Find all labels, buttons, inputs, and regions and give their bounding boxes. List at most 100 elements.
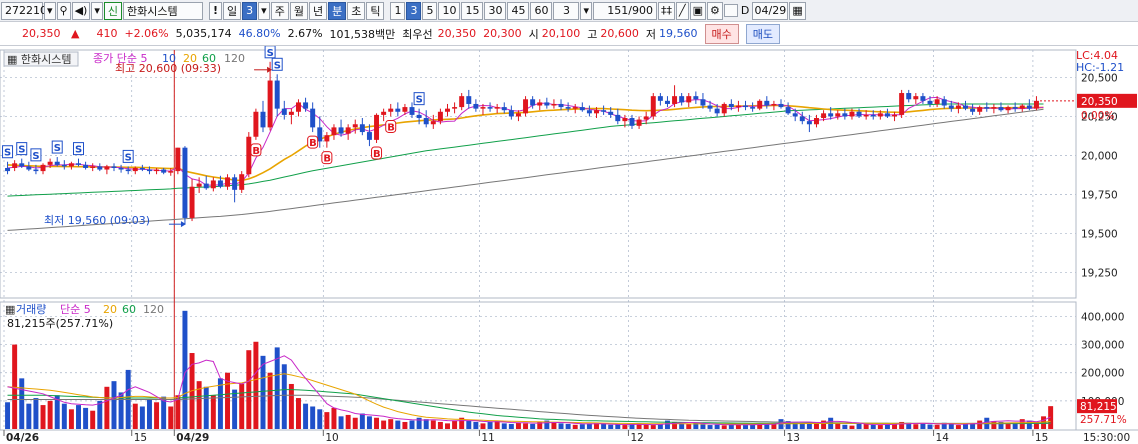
stock-chart[interactable]: S SSS SSSSSBBB BB 19,25019,50019,75020,0002… (0, 46, 1138, 444)
candle-body (544, 102, 550, 106)
low-price: 19,560 (659, 27, 698, 40)
candle-body (182, 147, 188, 218)
alert-button[interactable]: ! (209, 1, 223, 20)
interval-45[interactable]: 45 (507, 1, 530, 20)
interval-15[interactable]: 15 (461, 1, 484, 20)
interval-60[interactable]: 60 (530, 1, 553, 20)
volume-bar (501, 423, 507, 429)
low-annotation: 최저 19,560 (09:03) (44, 214, 150, 227)
date-input[interactable]: 04/29 (752, 1, 789, 20)
candle-body (366, 132, 372, 140)
candle-body (459, 96, 465, 108)
volume-bar (686, 423, 692, 429)
candle-body (892, 114, 898, 117)
candle-body (636, 119, 642, 126)
volume-bar (295, 398, 301, 429)
x-tick-label: 15:30:00 (1083, 432, 1130, 444)
x-tick-label: 04/26 (6, 432, 39, 444)
volume-bar (267, 372, 273, 429)
custom-interval-input[interactable]: 3 (553, 1, 580, 20)
ref-pct-label: 0.00% (1081, 110, 1114, 122)
search-icon[interactable]: ⚲ (56, 1, 71, 20)
tab-week[interactable]: 주 (270, 1, 289, 20)
tab-second[interactable]: 초 (347, 1, 366, 20)
tab-month[interactable]: 월 (289, 1, 308, 20)
volume-bar (870, 424, 876, 429)
candle-body (19, 163, 25, 167)
volume-bar (246, 350, 252, 429)
stock-code-input[interactable]: 272210 (1, 1, 47, 20)
dropdown-icon[interactable]: ▾ (580, 1, 592, 20)
day-count-select[interactable]: 3 (242, 1, 258, 20)
candle-body (423, 118, 429, 125)
sound-icon[interactable]: ◀) (71, 1, 91, 20)
candle-body (572, 107, 578, 109)
buy-signal-label: B (373, 149, 381, 160)
dropdown-icon[interactable]: ▾ (44, 1, 56, 20)
x-tick-label: 15 (134, 432, 147, 444)
buy-button[interactable]: 매수 (704, 23, 739, 44)
draw-line-icon[interactable]: ╱ (675, 1, 689, 20)
candle-body (324, 135, 330, 142)
volume-bar (47, 400, 53, 429)
volume-bar (154, 402, 160, 429)
interval-10[interactable]: 10 (438, 1, 461, 20)
interval-1[interactable]: 1 (390, 1, 406, 20)
candle-body (260, 111, 266, 128)
interval-5[interactable]: 5 (422, 1, 438, 20)
interval-30[interactable]: 30 (484, 1, 507, 20)
x-tick-label: 10 (325, 432, 338, 444)
high-price: 20,600 (600, 27, 639, 40)
sell-button[interactable]: 매도 (745, 23, 781, 44)
volume-bar (210, 395, 216, 429)
calendar-icon[interactable]: ▦ (789, 1, 806, 20)
x-tick-label: 14 (936, 432, 950, 444)
buy-signal-label: B (323, 154, 331, 165)
date-checkbox[interactable] (723, 4, 738, 17)
candle-body (970, 108, 976, 112)
volume-bar (303, 403, 309, 429)
candle-body (345, 127, 351, 134)
last-volume-label: 81,215 (1080, 401, 1117, 413)
volume-bar (239, 383, 245, 429)
volume-bar (523, 423, 529, 429)
dropdown-icon[interactable]: ▾ (258, 1, 270, 20)
x-tick-label: 15 (1035, 432, 1048, 444)
tab-minute[interactable]: 분 (328, 1, 347, 20)
sell-signal-label: S (18, 145, 25, 156)
tab-day[interactable]: 일 (223, 1, 242, 20)
candle-body (5, 167, 11, 172)
volume-bar (288, 383, 294, 429)
candle-icon[interactable]: ‡‡ (657, 1, 675, 20)
tab-tick[interactable]: 틱 (366, 1, 385, 20)
candle-body (927, 100, 933, 104)
candle-body (963, 105, 968, 109)
price-value: 20,350 (22, 27, 61, 40)
candle-body (83, 164, 89, 168)
candle-body (281, 108, 287, 115)
volume-bar (579, 424, 585, 429)
dropdown-icon[interactable]: ▾ (91, 1, 103, 20)
volume-bar (19, 378, 25, 429)
volume-bar (551, 422, 557, 429)
candle-body (338, 127, 344, 134)
gear-icon[interactable]: ⚙ (707, 1, 723, 20)
candle-body (806, 121, 812, 125)
date-checkbox-label: D (740, 4, 750, 17)
candle-body (629, 118, 635, 126)
buy-signal-label: B (252, 146, 260, 157)
count-display[interactable]: 151/900 (592, 1, 657, 20)
candle-body (835, 113, 841, 117)
candle-body (984, 107, 990, 109)
candle-body (643, 116, 649, 120)
candle-body (12, 163, 18, 168)
volume-bar (359, 413, 365, 429)
volume-bar (317, 409, 323, 429)
bid-price: 20,300 (483, 27, 522, 40)
volume-bar (253, 341, 259, 429)
save-icon[interactable]: ▣ (689, 1, 707, 20)
volume-bar (750, 424, 756, 429)
interval-3[interactable]: 3 (406, 1, 422, 20)
candle-body (650, 96, 656, 117)
tab-year[interactable]: 년 (308, 1, 328, 20)
